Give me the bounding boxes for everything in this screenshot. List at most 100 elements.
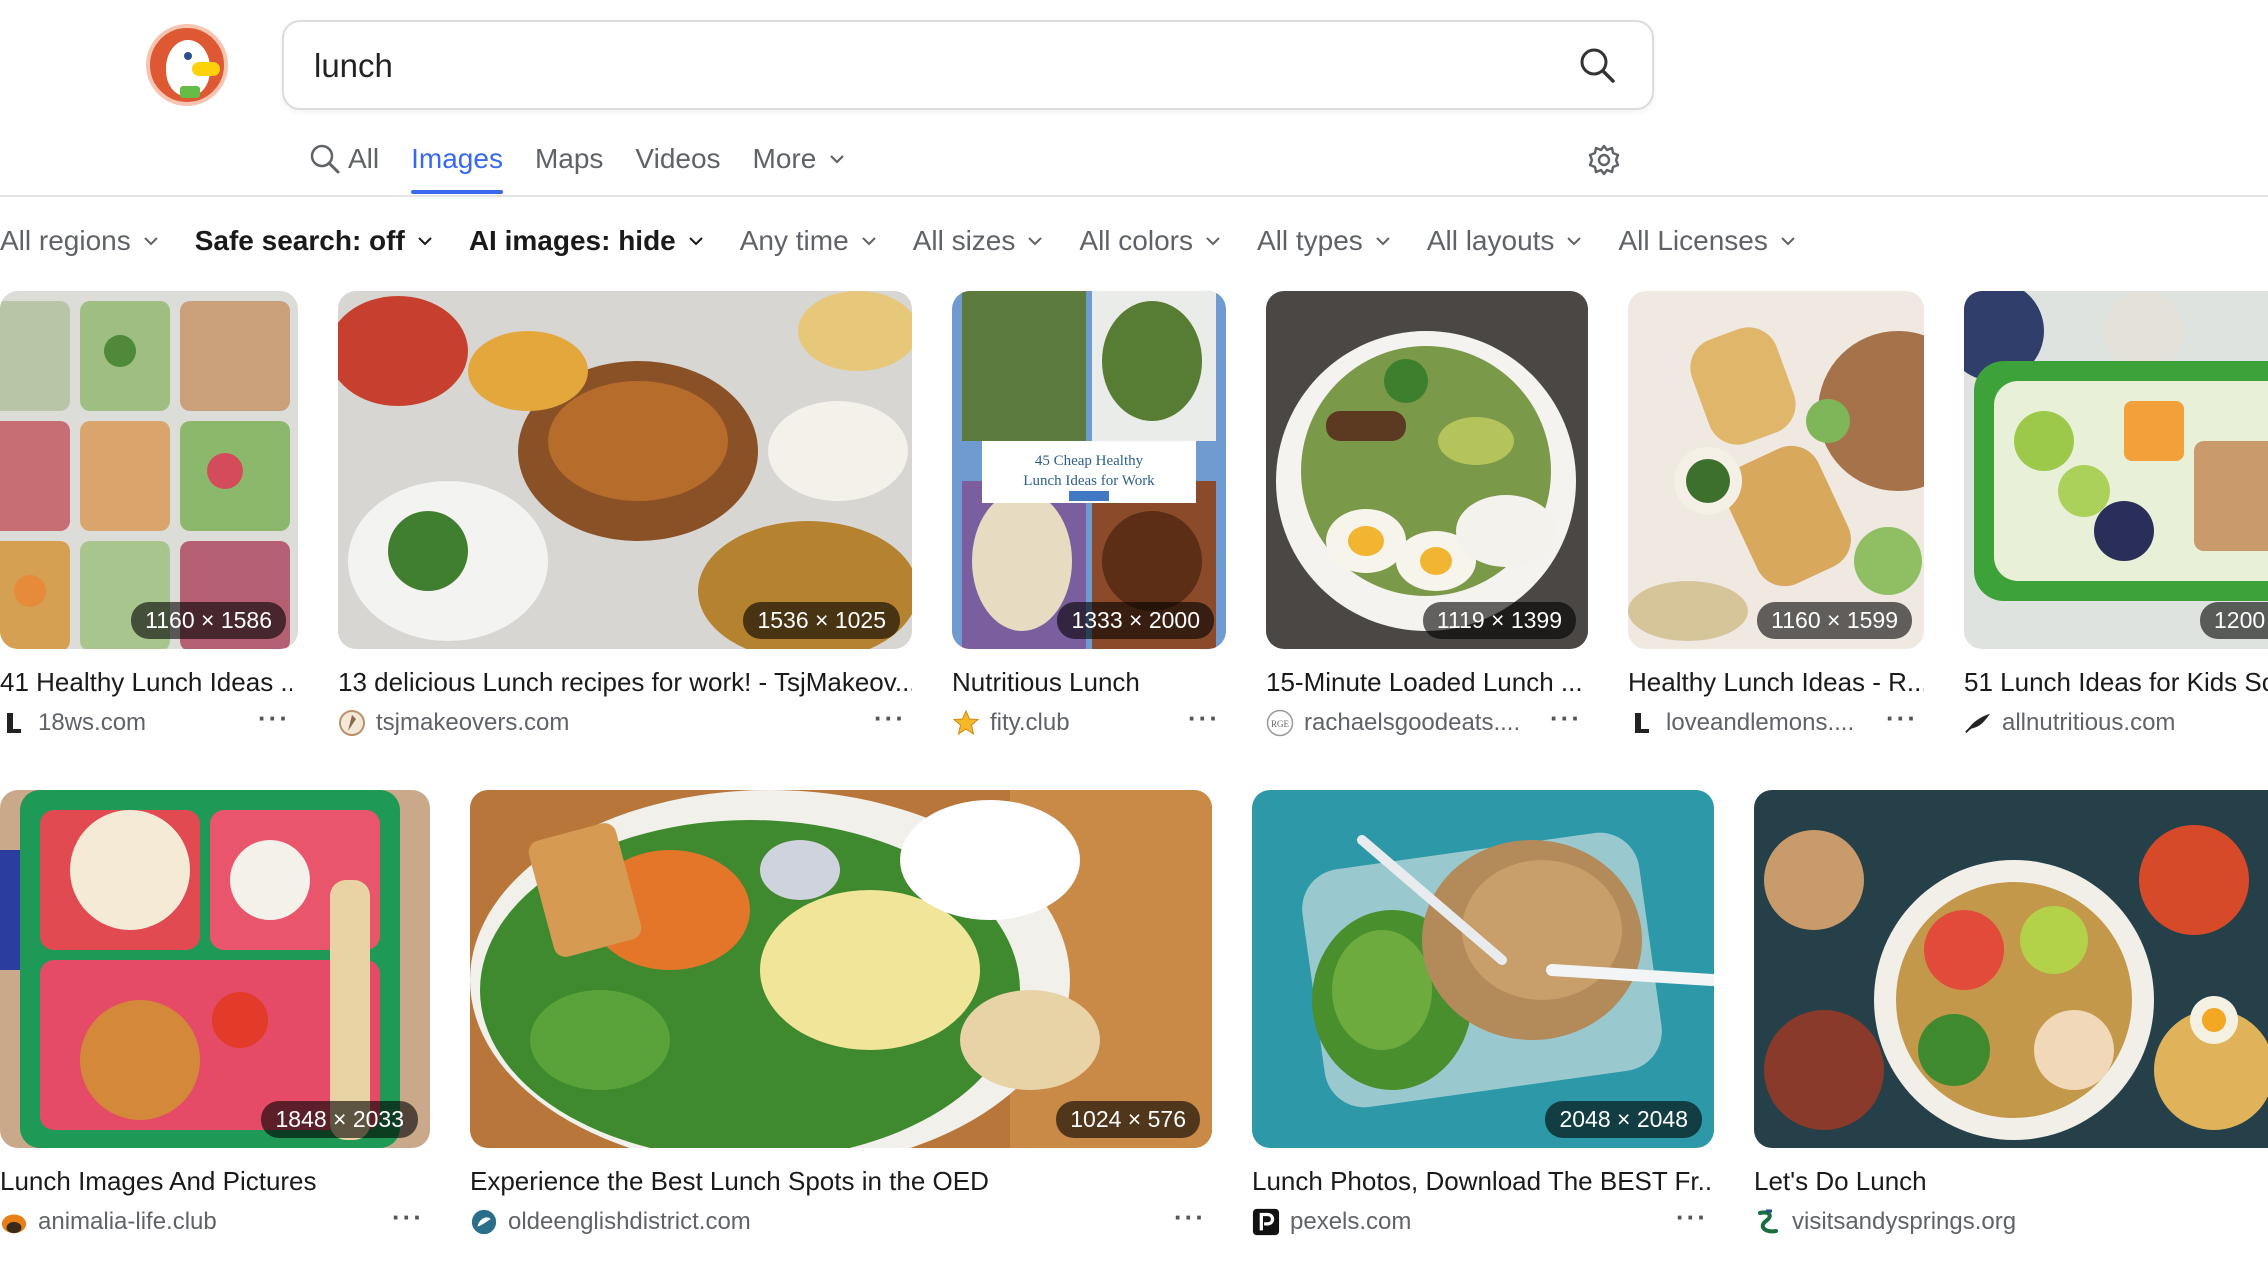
result-thumbnail[interactable]: 1160 × 1599 [1628,291,1924,649]
chevron-down-icon [1028,237,1043,246]
chevron-down-icon [861,237,876,246]
result-title[interactable]: 51 Lunch Ideas for Kids Sc [1964,667,2268,698]
source-label: visitsandysprings.org [1792,1208,2017,1235]
result-source[interactable]: loveandlemons.... [1628,709,1854,737]
search-input[interactable] [314,42,1514,90]
result-title[interactable]: Lunch Photos, Download The BEST Fr... [1252,1166,1714,1197]
result-title[interactable]: Nutritious Lunch [952,667,1226,698]
source-favicon-icon [470,1208,498,1236]
search-button[interactable] [1576,44,1618,86]
source-favicon-icon [1628,709,1656,737]
filter-ai-images[interactable]: AI images: hide [469,225,706,257]
source-favicon-icon [1754,1208,1782,1236]
filter-layouts[interactable]: All layouts [1427,225,1585,257]
more-options-button[interactable]: ··· [1886,703,1918,734]
result-thumbnail[interactable]: 1200 [1964,291,2268,649]
image-result[interactable]: 1200 51 Lunch Ideas for Kids Sc allnutri… [1964,291,2268,751]
duckduckgo-logo[interactable] [146,24,228,106]
filter-types[interactable]: All types [1257,225,1393,257]
source-favicon-icon [0,1208,28,1236]
result-source[interactable]: RGE rachaelsgoodeats.... [1266,709,1520,737]
result-source[interactable]: fity.club [952,709,1070,737]
result-thumbnail[interactable]: 45 Cheap Healthy Lunch Ideas for Work 13… [952,291,1226,649]
settings-button[interactable] [1586,142,1622,178]
result-source[interactable]: pexels.com [1252,1208,1411,1236]
image-dimensions: 1848 × 2033 [261,1101,418,1138]
result-thumbnail[interactable]: 1024 × 576 [470,790,1212,1148]
filter-regions[interactable]: All regions [0,225,161,257]
result-source[interactable]: animalia-life.club [0,1208,217,1236]
filter-colors[interactable]: All colors [1079,225,1223,257]
result-thumbnail[interactable]: 1536 × 1025 [338,291,912,649]
leaf-icon [1964,709,1992,737]
chevron-down-icon [1567,237,1582,246]
more-options-button[interactable]: ··· [1174,1202,1206,1233]
result-thumbnail[interactable]: 1848 × 2033 [0,790,430,1148]
source-favicon-icon: RGE [1266,709,1294,737]
chevron-down-icon [1206,237,1220,246]
more-options-button[interactable]: ··· [874,703,906,734]
source-label: tsjmakeovers.com [376,709,570,736]
tab-videos[interactable]: Videos [635,130,720,188]
source-label: pexels.com [1290,1208,1412,1235]
image-result[interactable]: 1536 × 1025 13 delicious Lunch recipes f… [338,291,912,751]
overlay-title: 45 Cheap Healthy [1035,453,1144,469]
result-title[interactable]: Experience the Best Lunch Spots in the O… [470,1166,1212,1197]
more-options-button[interactable]: ··· [1550,703,1582,734]
result-title[interactable]: Healthy Lunch Ideas - R... [1628,667,1924,698]
filter-label: All regions [0,225,131,256]
filter-label: All colors [1079,225,1193,256]
filter-licenses[interactable]: All Licenses [1618,225,1797,257]
source-label: oldeenglishdistrict.com [508,1208,751,1235]
image-dimensions: 1160 × 1599 [1757,602,1912,639]
image-result[interactable]: 45 Cheap Healthy Lunch Ideas for Work 13… [952,291,1226,751]
result-source[interactable]: oldeenglishdistrict.com [470,1208,751,1236]
chevron-down-icon [1781,237,1795,246]
tab-images[interactable]: Images [411,130,503,194]
more-options-button[interactable]: ··· [392,1202,424,1233]
result-thumbnail[interactable]: 1160 × 1586 [0,291,298,649]
tab-label: Images [411,143,503,174]
result-source[interactable]: allnutritious.com [1964,709,2175,737]
image-result[interactable]: Let's Do Lunch visitsandysprings.org [1754,790,2268,1250]
result-title[interactable]: Let's Do Lunch [1754,1166,2268,1197]
filter-label: AI images: hide [468,225,676,256]
result-source[interactable]: visitsandysprings.org [1754,1208,2016,1236]
image-result[interactable]: 1024 × 576 Experience the Best Lunch Spo… [470,790,1212,1250]
image-dimensions: 1160 × 1586 [131,602,286,639]
source-favicon-icon [0,709,28,737]
duck-tie [180,86,200,98]
source-label: allnutritious.com [2002,709,2176,736]
tab-more[interactable]: More [753,130,855,188]
result-title[interactable]: 41 Healthy Lunch Ideas ... [0,667,292,698]
image-result[interactable]: 1160 × 1586 41 Healthy Lunch Ideas ... 1… [0,291,298,751]
tab-all[interactable]: All [308,130,379,188]
filter-label: All sizes [912,225,1016,256]
result-thumbnail[interactable]: 2048 × 2048 [1252,790,1714,1148]
result-source[interactable]: 18ws.com [0,709,146,737]
filter-bar: All regions Safe search: off AI images: … [0,220,1832,262]
duck-beak [192,62,220,76]
star-icon [952,709,980,737]
result-thumbnail[interactable] [1754,790,2268,1148]
result-title[interactable]: 13 delicious Lunch recipes for work! - T… [338,667,912,698]
result-title[interactable]: 15-Minute Loaded Lunch ... [1266,667,1588,698]
result-title[interactable]: Lunch Images And Pictures [0,1166,430,1197]
result-source[interactable]: tsjmakeovers.com [338,709,569,737]
more-options-button[interactable]: ··· [1676,1202,1708,1233]
more-options-button[interactable]: ··· [1188,703,1220,734]
result-thumbnail[interactable]: 1119 × 1399 [1266,291,1588,649]
image-result[interactable]: 1848 × 2033 Lunch Images And Pictures an… [0,790,430,1250]
duck-eye [184,52,192,60]
search-icon [310,144,340,174]
filter-sizes[interactable]: All sizes [913,225,1046,257]
filter-time[interactable]: Any time [740,225,879,257]
image-result[interactable]: 2048 × 2048 Lunch Photos, Download The B… [1252,790,1714,1250]
image-result[interactable]: 1119 × 1399 15-Minute Loaded Lunch ... R… [1266,291,1588,751]
header-divider [0,195,2268,197]
filter-safe-search[interactable]: Safe search: off [195,225,435,257]
tab-label: Videos [635,143,721,174]
image-result[interactable]: 1160 × 1599 Healthy Lunch Ideas - R... l… [1628,291,1924,751]
more-options-button[interactable]: ··· [258,703,290,734]
tab-maps[interactable]: Maps [535,130,603,188]
